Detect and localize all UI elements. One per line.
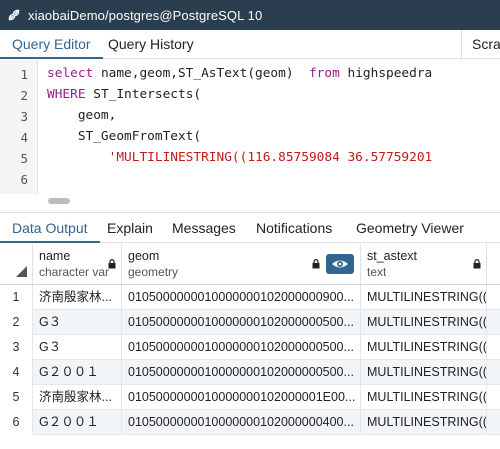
window-title: xiaobaiDemo/postgres@PostgreSQL 10 — [28, 7, 263, 23]
tab-explain[interactable]: Explain — [95, 213, 165, 243]
code-line-3: geom, — [47, 108, 117, 123]
column-header-geom[interactable]: geom geometry — [122, 244, 361, 285]
output-tabs: Data Output Explain Messages Notificatio… — [0, 212, 500, 243]
keyword-where: WHERE — [47, 87, 86, 102]
table-row[interactable]: 6 G２００１ 0105000000010000000102000000400.… — [0, 410, 500, 435]
query-tool-icon — [0, 0, 28, 30]
row-number[interactable]: 5 — [0, 385, 33, 410]
column-type: text — [367, 265, 387, 279]
cell-filler — [487, 310, 500, 335]
code-editor[interactable]: 1 2 3 4 5 6 select name,geom,ST_AsText(g… — [0, 60, 500, 210]
scrollbar-thumb[interactable] — [48, 198, 70, 204]
cell-filler — [487, 360, 500, 385]
data-grid: name character varyin geom geometry st_a… — [0, 244, 500, 449]
lock-icon — [312, 259, 320, 269]
cell-geom[interactable]: 0105000000010000000102000000500... — [122, 335, 361, 360]
line-number: 3 — [20, 109, 28, 124]
tab-messages[interactable]: Messages — [160, 213, 248, 243]
cell-geom[interactable]: 0105000000010000000102000000500... — [122, 310, 361, 335]
cell-st-astext[interactable]: MULTILINESTRING(( — [361, 310, 487, 335]
row-number[interactable]: 2 — [0, 310, 33, 335]
row-number[interactable]: 4 — [0, 360, 33, 385]
code-text: ST_Intersects( — [85, 87, 202, 102]
code-text: name,geom,ST_AsText(geom) — [93, 66, 309, 81]
code-line-2: WHERE ST_Intersects( — [47, 87, 201, 102]
code-line-1: select name,geom,ST_AsText(geom) from hi… — [47, 66, 432, 81]
cell-name[interactable]: 济南殷家林... — [33, 285, 122, 310]
row-number[interactable]: 3 — [0, 335, 33, 360]
table-row[interactable]: 1 济南殷家林... 01050000000100000001020000009… — [0, 285, 500, 310]
tab-notifications[interactable]: Notifications — [244, 213, 344, 243]
tab-scratch-pad[interactable]: Scra — [462, 30, 500, 59]
cell-st-astext[interactable]: MULTILINESTRING(( — [361, 360, 487, 385]
row-number[interactable]: 1 — [0, 285, 33, 310]
tab-data-output[interactable]: Data Output — [0, 213, 100, 243]
title-bar: xiaobaiDemo/postgres@PostgreSQL 10 — [0, 0, 500, 30]
cell-filler — [487, 385, 500, 410]
row-number[interactable]: 6 — [0, 410, 33, 435]
cell-filler — [487, 285, 500, 310]
column-type: character varyin — [39, 265, 109, 279]
column-name: st_astext — [367, 249, 418, 263]
table-row[interactable]: 2 G３ 0105000000010000000102000000500... … — [0, 310, 500, 335]
table-row[interactable]: 4 G２００１ 0105000000010000000102000000500.… — [0, 360, 500, 385]
column-type: geometry — [128, 265, 179, 279]
tab-query-editor[interactable]: Query Editor — [0, 30, 103, 59]
select-all-corner[interactable] — [0, 244, 33, 285]
cell-name[interactable]: 济南殷家林... — [33, 385, 122, 410]
keyword-select: select — [47, 66, 94, 81]
table-row[interactable]: 5 济南殷家林... 0105000000010000000102000001E… — [0, 385, 500, 410]
tab-query-history[interactable]: Query History — [96, 30, 206, 59]
line-number-gutter: 1 2 3 4 5 6 — [0, 60, 38, 194]
line-number: 4 — [20, 130, 28, 145]
code-text: highspeedra — [339, 66, 433, 81]
cell-geom[interactable]: 0105000000010000000102000001E00... — [122, 385, 361, 410]
line-number: 1 — [20, 67, 28, 82]
cell-st-astext[interactable]: MULTILINESTRING(( — [361, 410, 487, 435]
column-name: name — [39, 249, 71, 263]
cell-name[interactable]: G３ — [33, 335, 122, 360]
lock-icon — [473, 259, 481, 269]
eye-icon — [332, 260, 348, 268]
line-number: 2 — [20, 88, 28, 103]
keyword-from: from — [308, 66, 340, 81]
code-line-4: ST_GeomFromText( — [47, 129, 202, 144]
cell-st-astext[interactable]: MULTILINESTRING(( — [361, 335, 487, 360]
column-header-filler — [487, 244, 500, 285]
cell-name[interactable]: G２００１ — [33, 410, 122, 435]
cell-name[interactable]: G３ — [33, 310, 122, 335]
line-number: 6 — [20, 172, 28, 187]
string-literal: 'MULTILINESTRING((116.85759084 36.577592… — [108, 150, 433, 165]
sql-code[interactable]: select name,geom,ST_AsText(geom) from hi… — [47, 60, 500, 194]
cell-geom[interactable]: 0105000000010000000102000000500... — [122, 360, 361, 385]
cell-st-astext[interactable]: MULTILINESTRING(( — [361, 285, 487, 310]
line-number: 5 — [20, 151, 28, 166]
cell-geom[interactable]: 0105000000010000000102000000900... — [122, 285, 361, 310]
view-geometry-button[interactable] — [326, 254, 354, 274]
cell-filler — [487, 410, 500, 435]
horizontal-scrollbar[interactable] — [0, 194, 500, 210]
column-header-st-astext[interactable]: st_astext text — [361, 244, 487, 285]
editor-tabs: Query Editor Query History Scra — [0, 30, 500, 59]
column-name: geom — [128, 249, 160, 263]
column-header-name[interactable]: name character varyin — [33, 244, 122, 285]
cell-filler — [487, 335, 500, 360]
cell-name[interactable]: G２００１ — [33, 360, 122, 385]
code-line-5: 'MULTILINESTRING((116.85759084 36.577592… — [47, 150, 433, 165]
lock-icon — [108, 259, 116, 269]
tab-geometry-viewer[interactable]: Geometry Viewer — [344, 213, 476, 243]
table-row[interactable]: 3 G３ 0105000000010000000102000000500... … — [0, 335, 500, 360]
cell-geom[interactable]: 0105000000010000000102000000400... — [122, 410, 361, 435]
cell-st-astext[interactable]: MULTILINESTRING(( — [361, 385, 487, 410]
corner-triangle-icon — [16, 266, 27, 277]
